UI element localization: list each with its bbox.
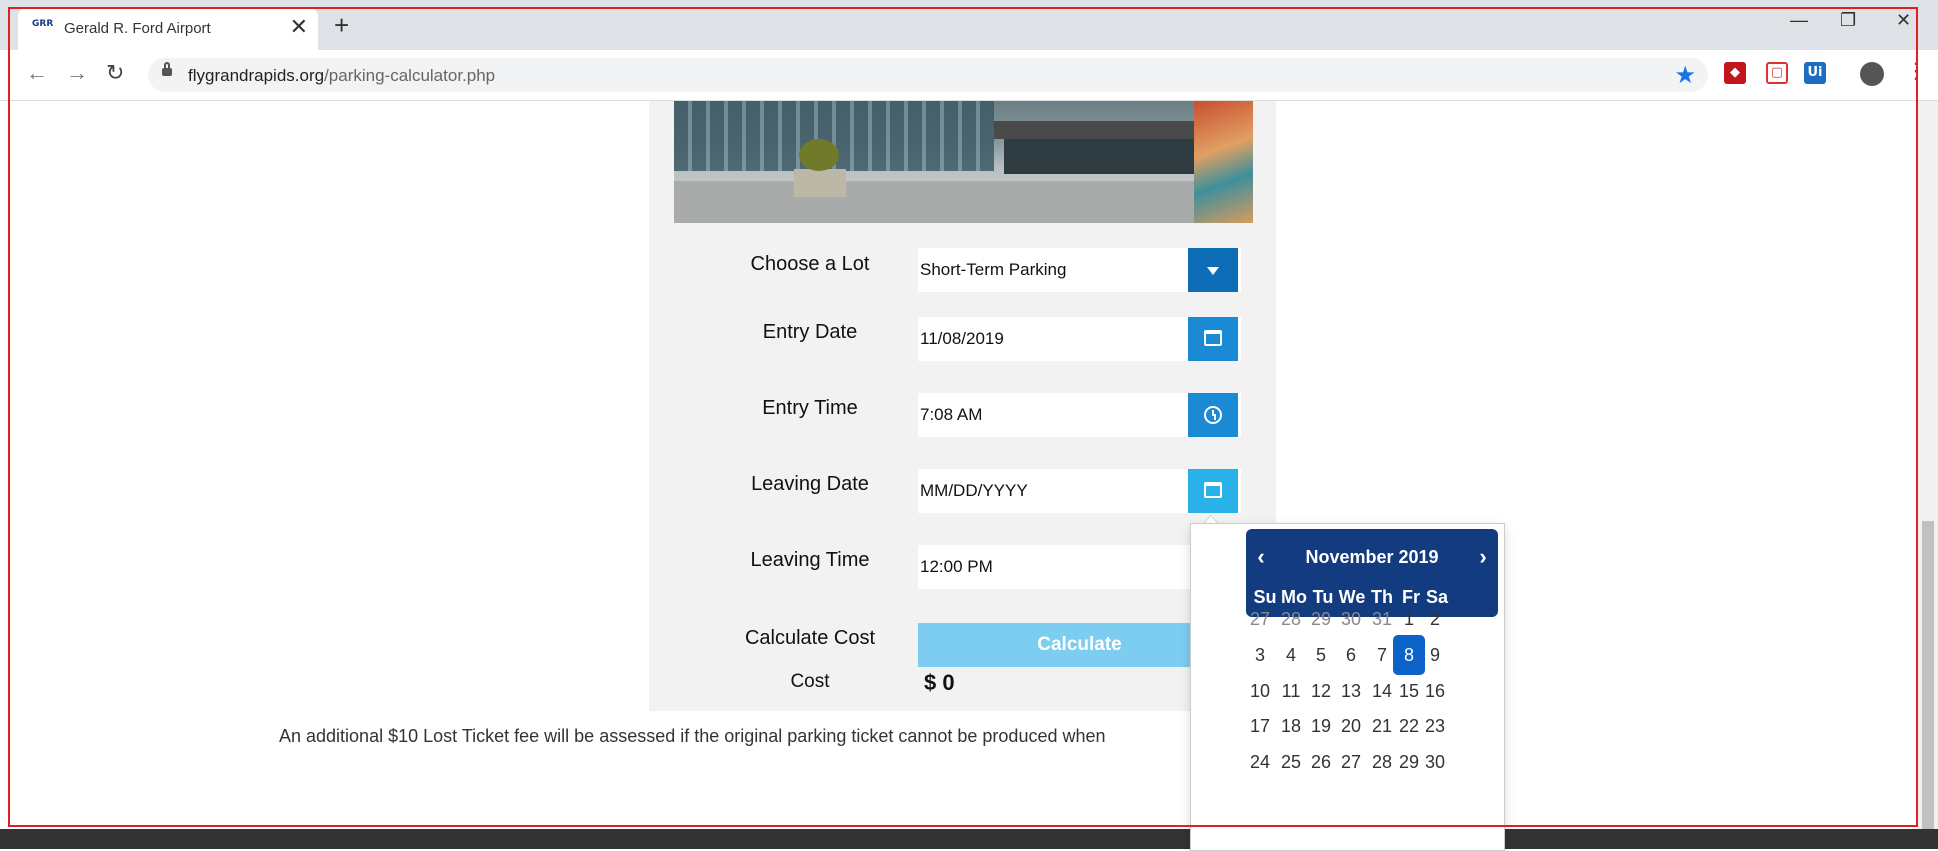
new-tab-button[interactable]: +	[334, 12, 349, 38]
reload-icon[interactable]: ↻	[106, 62, 124, 84]
calculate-cost-label: Calculate Cost	[744, 627, 876, 649]
tab-strip: GRR Gerald R. Ford Airport ✕ + — ❐ ✕	[0, 0, 1938, 50]
calendar-day[interactable]: 26	[1305, 742, 1337, 782]
calendar-day[interactable]: 29	[1305, 599, 1337, 639]
leaving-date-calendar-button[interactable]	[1188, 469, 1238, 513]
calendar-day[interactable]: 19	[1305, 706, 1337, 746]
calendar-day[interactable]: 18	[1275, 706, 1307, 746]
calendar-day[interactable]: 27	[1244, 599, 1276, 639]
browser-tab[interactable]: GRR Gerald R. Ford Airport ✕	[18, 8, 318, 50]
pocket-extension-icon[interactable]: ▢	[1766, 62, 1788, 84]
uipath-extension-icon[interactable]: Ui	[1804, 62, 1826, 84]
calendar-day[interactable]: 11	[1275, 671, 1307, 711]
tab-title: Gerald R. Ford Airport	[64, 20, 211, 37]
next-month-button[interactable]: ›	[1468, 539, 1498, 575]
scroll-thumb[interactable]	[1922, 521, 1934, 849]
calendar-icon	[1204, 330, 1222, 346]
lost-ticket-note: An additional $10 Lost Ticket fee will b…	[279, 726, 1106, 746]
calendar-day[interactable]: 12	[1305, 671, 1337, 711]
entry-time-clock-button[interactable]	[1188, 393, 1238, 437]
calendar-day[interactable]: 17	[1244, 706, 1276, 746]
calendar-day[interactable]: 3	[1244, 635, 1276, 675]
back-icon[interactable]: ←	[26, 62, 48, 84]
lot-dropdown-button[interactable]	[1188, 248, 1238, 292]
calendar-day[interactable]: 16	[1419, 671, 1451, 711]
calendar-day[interactable]: 28	[1275, 599, 1307, 639]
leaving-date-label: Leaving Date	[751, 473, 869, 495]
cost-value: $ 0	[924, 670, 955, 695]
entry-date-calendar-button[interactable]	[1188, 317, 1238, 361]
calendar-day[interactable]: 9	[1419, 635, 1451, 675]
restore-icon[interactable]: ❐	[1840, 10, 1856, 31]
entry-time-label: Entry Time	[762, 397, 858, 419]
calendar-day[interactable]: 10	[1244, 671, 1276, 711]
terminal-photo	[674, 101, 1253, 223]
page-footer	[0, 829, 1938, 849]
prev-month-button[interactable]: ‹	[1246, 539, 1276, 575]
calendar-icon	[1204, 482, 1222, 498]
menu-kebab-icon[interactable]: ⋮	[1905, 58, 1927, 84]
calendar-day[interactable]: 4	[1275, 635, 1307, 675]
calendar-day[interactable]: 2	[1419, 599, 1451, 639]
address-bar-row: ← → ↻ flygrandrapids.org/parking-calcula…	[0, 50, 1938, 101]
datepicker-month-title[interactable]: November 2019	[1276, 539, 1468, 575]
calendar-day[interactable]: 13	[1335, 671, 1367, 711]
tab-close-icon[interactable]: ✕	[290, 16, 308, 38]
cost-label: Cost	[790, 671, 830, 692]
bookmark-star-icon[interactable]: ★	[1674, 61, 1696, 90]
calendar-day[interactable]: 30	[1335, 599, 1367, 639]
datepicker-popup: ‹ November 2019 › Su Mo Tu We Th Fr Sa 27 28 29 3…	[1190, 523, 1505, 851]
entry-date-label: Entry Date	[762, 321, 858, 343]
window-close-icon[interactable]: ✕	[1896, 10, 1911, 31]
calendar-day[interactable]: 27	[1335, 742, 1367, 782]
airport-favicon-icon: GRR	[32, 19, 54, 29]
minimize-icon[interactable]: —	[1790, 10, 1808, 31]
shield-extension-icon[interactable]: ◆	[1724, 62, 1746, 84]
calendar-day[interactable]: 30	[1419, 742, 1451, 782]
forward-icon[interactable]: →	[66, 62, 88, 84]
calendar-day[interactable]: 20	[1335, 706, 1367, 746]
lot-label: Choose a Lot	[750, 253, 870, 275]
clock-icon	[1204, 406, 1222, 424]
calendar-day[interactable]: 23	[1419, 706, 1451, 746]
leaving-time-label: Leaving Time	[750, 549, 870, 571]
profile-avatar-icon[interactable]	[1860, 62, 1884, 86]
caret-down-icon	[1207, 267, 1219, 275]
page-scrollbar[interactable]	[1918, 101, 1938, 849]
url-field[interactable]: flygrandrapids.org/parking-calculator.ph…	[148, 58, 1708, 92]
calendar-day[interactable]: 5	[1305, 635, 1337, 675]
calendar-day[interactable]: 6	[1335, 635, 1367, 675]
lock-icon	[162, 62, 172, 76]
calendar-day[interactable]: 25	[1275, 742, 1307, 782]
calendar-day[interactable]: 24	[1244, 742, 1276, 782]
url-text: flygrandrapids.org/parking-calculator.ph…	[188, 66, 496, 85]
